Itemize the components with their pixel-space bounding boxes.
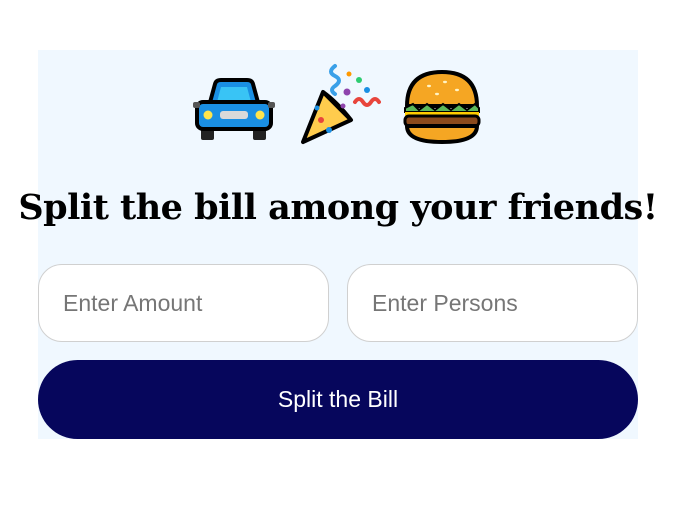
car-icon	[193, 78, 275, 140]
amount-input[interactable]	[38, 264, 329, 342]
party-popper-icon	[301, 64, 381, 144]
input-row	[38, 264, 638, 342]
emoji-row	[38, 62, 638, 148]
page-title: Split the bill among your friends!	[18, 187, 658, 228]
split-bill-button[interactable]: Split the Bill	[38, 360, 638, 439]
bill-splitter-card: Split the bill among your friends! Split…	[18, 50, 658, 439]
hamburger-icon	[403, 70, 481, 144]
persons-input[interactable]	[347, 264, 638, 342]
